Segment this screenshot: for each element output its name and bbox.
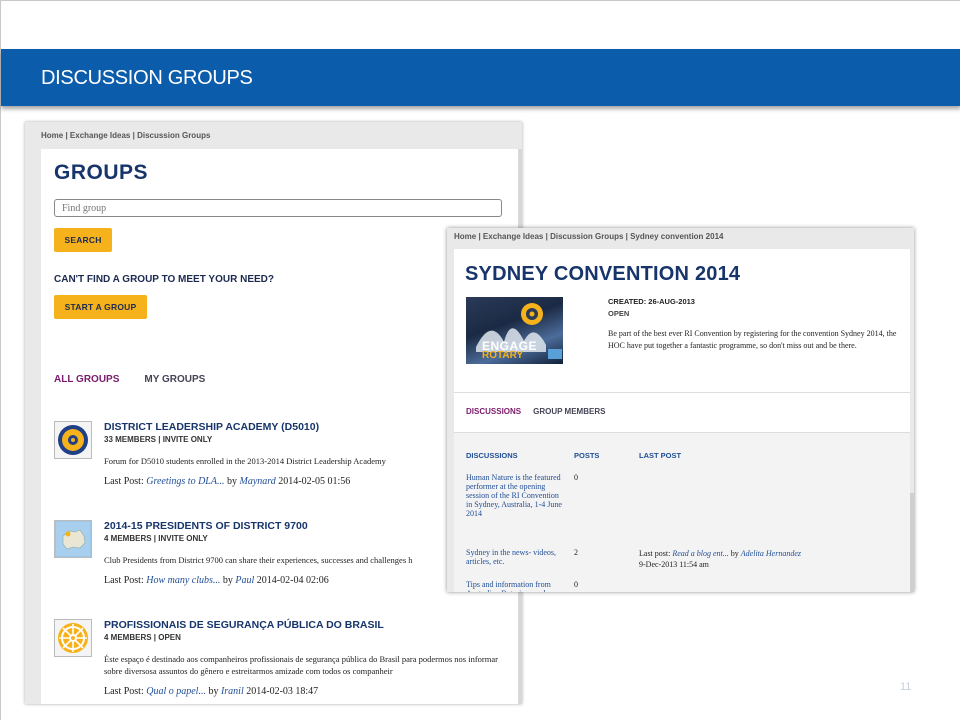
post-date: 2014-02-04 02:06: [256, 575, 329, 586]
column-header-last-post: LAST POST: [639, 451, 682, 460]
column-header-posts: POSTS: [574, 451, 600, 460]
group-detail-screenshot: Home | Exchange Ideas | Discussion Group…: [447, 228, 914, 592]
author-link[interactable]: Iranil: [221, 686, 244, 697]
cant-find-heading: CAN'T FIND A GROUP TO MEET YOUR NEED?: [54, 274, 274, 285]
by-label: by: [208, 686, 219, 697]
last-post-label: Last Post:: [104, 575, 144, 586]
image-caption-2: ROTARY: [482, 350, 524, 361]
find-group-input[interactable]: [54, 199, 502, 217]
group-description: Éste espaço é destinado aos companheiros…: [104, 654, 498, 676]
author-link[interactable]: Adelita Hernandez: [741, 549, 801, 558]
last-post-label: Last Post:: [104, 476, 144, 487]
last-post-cell: Last post: Read a blog ent... by Adelita…: [639, 548, 801, 570]
last-post-link[interactable]: Read a blog ent...: [672, 549, 728, 558]
post-date: 2014-02-05 01:56: [278, 476, 351, 487]
group-tabs: ALL GROUPS MY GROUPS: [54, 374, 205, 385]
author-link[interactable]: Maynard: [239, 476, 275, 487]
discussions-table: DISCUSSIONS POSTS LAST POST Human Nature…: [454, 433, 910, 592]
scrollbar[interactable]: [910, 493, 914, 592]
by-label: by: [222, 575, 233, 586]
breadcrumb[interactable]: Home | Exchange Ideas | Discussion Group…: [41, 131, 210, 140]
last-post-label: Last post:: [639, 549, 671, 558]
post-count: 2: [574, 548, 578, 557]
last-post-link[interactable]: Greetings to DLA...: [146, 476, 224, 487]
engage-rotary-image: ENGAGE ROTARY: [466, 297, 563, 364]
discussion-link[interactable]: Tips and information from Australian Rot…: [466, 580, 566, 592]
column-header-discussions: DISCUSSIONS: [466, 451, 518, 460]
group-meta: 4 MEMBERS | OPEN: [104, 633, 181, 642]
divider: [454, 392, 910, 393]
tab-group-members[interactable]: GROUP MEMBERS: [533, 407, 605, 416]
search-button[interactable]: SEARCH: [54, 228, 112, 252]
title-banner: DISCUSSION GROUPS: [1, 49, 960, 106]
start-group-button[interactable]: START A GROUP: [54, 295, 147, 319]
breadcrumb[interactable]: Home | Exchange Ideas | Discussion Group…: [454, 232, 723, 241]
by-label: by: [730, 549, 739, 558]
page-title: SYDNEY CONVENTION 2014: [465, 263, 741, 285]
tab-discussions[interactable]: DISCUSSIONS: [466, 407, 521, 416]
australia-map-icon[interactable]: [54, 520, 92, 558]
by-label: by: [226, 476, 237, 487]
author-link[interactable]: Paul: [235, 575, 254, 586]
slide-title: DISCUSSION GROUPS: [41, 67, 253, 89]
post-date: 2014-02-03 18:47: [246, 686, 319, 697]
rotary-wheel-icon[interactable]: [54, 619, 92, 657]
created-date: CREATED: 26-AUG-2013: [608, 297, 695, 306]
tab-all-groups[interactable]: ALL GROUPS: [54, 374, 119, 385]
post-date: 9-Dec-2013 11:54 am: [639, 560, 709, 569]
group-detail-panel: SYDNEY CONVENTION 2014 ENGAGE ROTARY CRE…: [454, 249, 910, 592]
post-count: 0: [574, 473, 578, 482]
discussion-link[interactable]: Human Nature is the featured performer a…: [466, 473, 566, 518]
status-badge: OPEN: [608, 309, 630, 318]
detail-tabs: DISCUSSIONS GROUP MEMBERS: [466, 407, 605, 416]
group-last-post: Last Post: Qual o papel... by Iranil 201…: [104, 686, 514, 697]
group-title[interactable]: PROFISSIONAIS DE SEGURANÇA PÚBLICA DO BR…: [104, 619, 514, 631]
discussion-link[interactable]: Sydney in the news- videos, articles, et…: [466, 548, 566, 566]
slide: DISCUSSION GROUPS Home | Exchange Ideas …: [0, 0, 960, 720]
group-description: Be part of the best ever RI Convention b…: [608, 329, 897, 350]
post-count: 0: [574, 580, 578, 589]
last-post-link[interactable]: How many clubs...: [146, 575, 220, 586]
rotary-wheel-icon[interactable]: [54, 421, 92, 459]
page-title: GROUPS: [54, 161, 149, 184]
last-post-link[interactable]: Qual o papel...: [146, 686, 206, 697]
last-post-label: Last Post:: [104, 686, 144, 697]
page-number: 11: [900, 681, 912, 693]
tab-my-groups[interactable]: MY GROUPS: [144, 374, 205, 385]
